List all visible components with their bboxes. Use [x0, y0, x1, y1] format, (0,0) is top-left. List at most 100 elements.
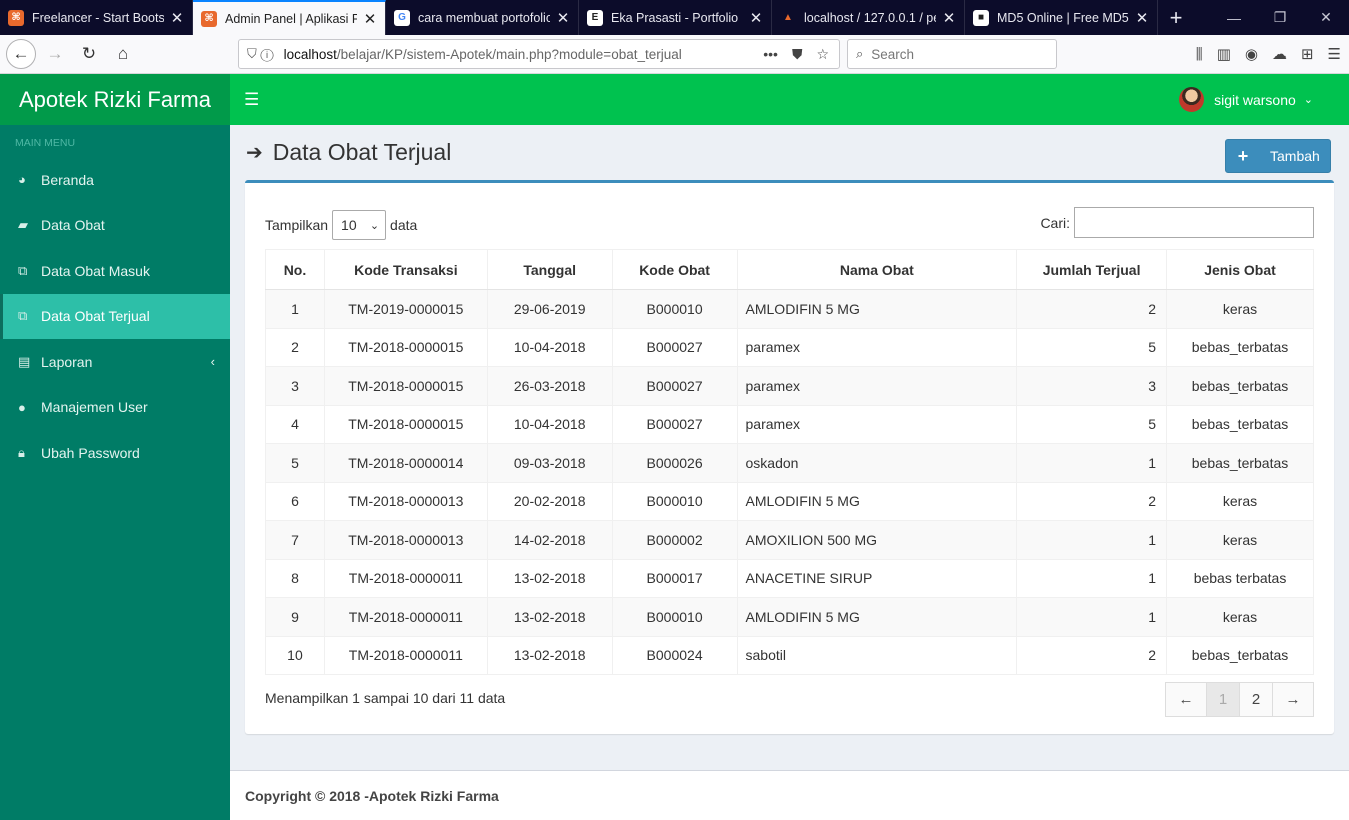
close-window-icon[interactable]: ✕	[1303, 0, 1349, 35]
page-actions-icon[interactable]: •••	[763, 46, 778, 63]
next-page-button[interactable]: →	[1272, 682, 1314, 717]
menu-icon[interactable]: ☰	[1328, 45, 1341, 63]
cell-tanggal: 20-02-2018	[486, 481, 613, 521]
pagination: ← 1 2 →	[1165, 682, 1314, 717]
page-length-select[interactable]: 10 ⌄	[332, 210, 387, 240]
cell-tanggal: 13-02-2018	[486, 558, 613, 598]
restore-icon[interactable]: ❐	[1257, 0, 1303, 35]
browser-tab[interactable]: G cara membuat portofolio ✕	[386, 0, 579, 35]
column-header[interactable]: No.	[265, 249, 325, 290]
sales-table: No. Kode Transaksi Tanggal Kode Obat Nam…	[265, 249, 1314, 675]
copy-icon: ⧉	[18, 262, 28, 278]
table-row: 7 TM-2018-0000013 14-02-2018 B000002 AMOXILI…	[265, 520, 1314, 560]
sidebar-item-laporan[interactable]: ▤ Laporan ‹	[0, 339, 230, 385]
column-header[interactable]: Nama Obat	[736, 249, 1018, 290]
sidebar-item-ubah-password[interactable]: 🔒︎ Ubah Password	[0, 430, 230, 476]
table-row: 2 TM-2018-0000015 10-04-2018 B000027 paramex…	[265, 327, 1314, 367]
sidebar-item-data-obat-masuk[interactable]: ⧉ Data Obat Masuk	[0, 248, 230, 294]
sidebar-item-label: Data Obat Masuk	[41, 262, 150, 279]
xampp-favicon-icon: ⌘	[8, 9, 24, 26]
library-icon[interactable]: ⫼	[1196, 46, 1203, 63]
table-row: 3 TM-2018-0000015 26-03-2018 B000027 paramex…	[265, 366, 1314, 406]
cell-kode-obat: B000010	[611, 481, 738, 521]
lock-icon: 🔒︎	[18, 444, 25, 460]
url-bar[interactable]: ⛉ ⓘ localhost/belajar/KP/sistem-Apotek/m…	[238, 39, 840, 69]
browser-navbar: ← → ↻ ⌂ ⛉ ⓘ localhost/belajar/KP/sistem-…	[0, 35, 1349, 74]
table-search-input[interactable]	[1074, 207, 1314, 238]
cell-kode-obat: B000027	[611, 327, 738, 367]
sidebar-item-label: Manajemen User	[41, 399, 148, 416]
close-tab-icon[interactable]: ✕	[556, 9, 570, 27]
cell-no: 8	[265, 558, 325, 598]
sidebar-toggle-icon[interactable]: ☰	[244, 90, 259, 110]
page-length-value: 10	[341, 217, 357, 233]
sidebar-item-data-obat[interactable]: ▰ Data Obat	[0, 203, 230, 249]
footer: Copyright © 2018 -Apotek Rizki Farma	[230, 770, 1349, 820]
column-header[interactable]: Kode Transaksi	[323, 249, 488, 290]
browser-tab-active[interactable]: ⌘ Admin Panel | Aplikasi Pe ✕	[193, 0, 386, 35]
cell-jumlah: 1	[1016, 597, 1168, 637]
table-info: Menampilkan 1 sampai 10 dari 11 data	[265, 690, 506, 706]
file-icon: ▤	[18, 353, 31, 369]
brand-logo[interactable]: Apotek Rizki Farma	[0, 74, 230, 125]
cell-no: 5	[265, 443, 325, 483]
forward-icon[interactable]: →	[40, 39, 70, 69]
table-row: 10 TM-2018-0000011 13-02-2018 B000024 saboti…	[265, 635, 1314, 675]
page-button-current[interactable]: 1	[1206, 682, 1240, 717]
browser-tab[interactable]: E Eka Prasasti - Portfolio ✕	[579, 0, 772, 35]
close-tab-icon[interactable]: ✕	[363, 10, 377, 28]
cell-jumlah: 1	[1016, 443, 1168, 483]
column-header[interactable]: Tanggal	[486, 249, 613, 290]
tab-title: Admin Panel | Aplikasi Pe	[225, 11, 357, 26]
bookmark-star-icon[interactable]: ☆	[816, 46, 829, 63]
menu-header: MAIN MENU	[15, 137, 76, 149]
home-icon[interactable]: ⌂	[108, 39, 138, 69]
table-row: 9 TM-2018-0000011 13-02-2018 B000010 AMLODIF…	[265, 597, 1314, 637]
table-header-row: No. Kode Transaksi Tanggal Kode Obat Nam…	[265, 249, 1314, 290]
cell-no: 6	[265, 481, 325, 521]
avatar	[1179, 87, 1205, 112]
column-header[interactable]: Jenis Obat	[1166, 249, 1314, 290]
browser-search-input[interactable]: ⌕ Search	[847, 39, 1057, 69]
add-button[interactable]: + Tambah	[1225, 139, 1331, 173]
reload-icon[interactable]: ↻	[74, 39, 104, 69]
cell-tanggal: 10-04-2018	[486, 404, 613, 444]
sidebar-item-manajemen-user[interactable]: ● Manajemen User	[0, 385, 230, 431]
column-header[interactable]: Kode Obat	[611, 249, 738, 290]
cell-kode-obat: B000026	[611, 443, 738, 483]
cell-jenis: keras	[1166, 520, 1314, 560]
new-tab-icon[interactable]: +	[1158, 0, 1194, 35]
cell-kode-transaksi: TM-2018-0000011	[323, 558, 488, 598]
sidebar-item-label: Beranda	[41, 171, 94, 188]
prev-page-button[interactable]: ←	[1165, 682, 1207, 717]
browser-tab[interactable]: ▲ localhost / 127.0.0.1 / pe ✕	[772, 0, 965, 35]
browser-tab[interactable]: ■ MD5 Online | Free MD5 D ✕	[965, 0, 1158, 35]
close-tab-icon[interactable]: ✕	[749, 9, 763, 27]
account-icon[interactable]: ◉	[1245, 45, 1258, 63]
close-tab-icon[interactable]: ✕	[942, 9, 956, 27]
sidebar-item-label: Laporan	[41, 353, 93, 370]
sidebar-toggle-icon[interactable]: ▥	[1217, 45, 1231, 63]
browser-tab[interactable]: ⌘ Freelancer - Start Bootstr ✕	[0, 0, 193, 35]
sidebar-item-beranda[interactable]: ◕ Beranda	[0, 157, 230, 203]
column-header[interactable]: Jumlah Terjual	[1016, 249, 1168, 290]
cell-jenis: keras	[1166, 481, 1314, 521]
site-info-icon[interactable]: ⛉ ⓘ	[247, 46, 274, 62]
addons-icon[interactable]: ⊞	[1301, 45, 1314, 63]
cell-kode-obat: B000010	[611, 289, 738, 329]
sidebar-item-data-obat-terjual[interactable]: ⧉ Data Obat Terjual	[0, 293, 230, 339]
length-control: Tampilkan 10 ⌄ data	[265, 210, 417, 240]
cell-jumlah: 5	[1016, 327, 1168, 367]
cell-nama-obat: AMOXILION 500 MG	[736, 520, 1018, 560]
page-button[interactable]: 2	[1239, 682, 1273, 717]
extension-icon[interactable]: ☁	[1272, 45, 1287, 63]
minimize-icon[interactable]: —	[1211, 0, 1257, 35]
close-tab-icon[interactable]: ✕	[1135, 9, 1149, 27]
close-tab-icon[interactable]: ✕	[170, 9, 184, 27]
user-menu[interactable]: sigit warsono ⌄	[1179, 87, 1313, 112]
cell-kode-transaksi: TM-2018-0000015	[323, 327, 488, 367]
back-icon[interactable]: ←	[6, 39, 36, 69]
cell-jumlah: 2	[1016, 481, 1168, 521]
cell-tanggal: 29-06-2019	[486, 289, 613, 329]
pocket-icon[interactable]: ⛊	[792, 46, 803, 63]
